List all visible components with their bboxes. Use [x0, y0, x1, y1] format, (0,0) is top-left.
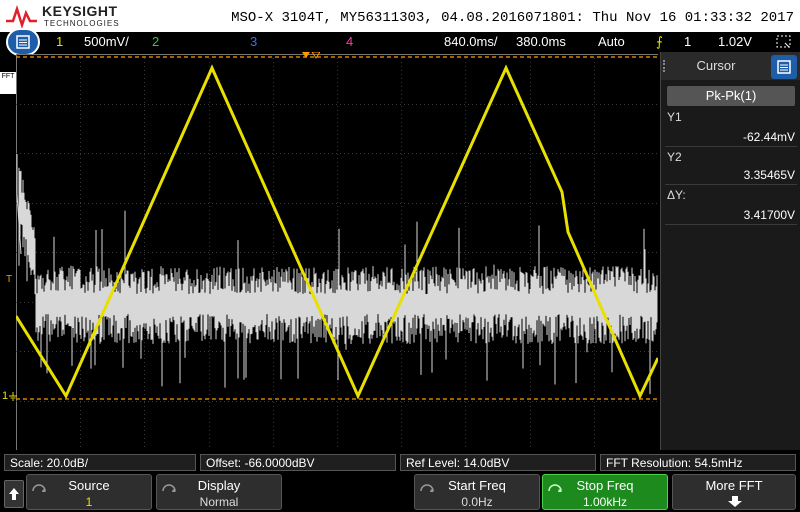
channel-bar: 1 500mV/ 2 3 4 840.0ms/ 380.0ms Auto ⨍ 1…	[0, 28, 800, 56]
graticule	[16, 54, 658, 450]
fft-marker: FFT	[0, 72, 16, 94]
start-freq-softkey[interactable]: Start Freq 0.0Hz	[414, 474, 540, 510]
grid-lines	[16, 54, 658, 450]
down-arrow-icon	[728, 496, 742, 507]
softkey-bar: Source 1 Display Normal Start Freq 0.0Hz…	[0, 472, 800, 512]
ch4-number[interactable]: 4	[346, 34, 353, 49]
trigger-mode[interactable]: Auto	[598, 34, 625, 49]
source-softkey[interactable]: Source 1	[26, 474, 152, 510]
main-menu-button[interactable]	[6, 28, 40, 56]
brand-name: KEYSIGHT	[42, 3, 118, 19]
keysight-logo-icon	[6, 4, 37, 29]
source-label: Source	[68, 478, 110, 493]
brand-subtitle: TECHNOLOGIES	[44, 19, 120, 28]
display-softkey[interactable]: Display Normal	[156, 474, 282, 510]
cursor-mode-button[interactable]: Pk-Pk(1)	[667, 86, 795, 106]
more-fft-softkey[interactable]: More FFT	[672, 474, 796, 510]
fft-scale[interactable]: Scale: 20.0dB/	[4, 454, 196, 471]
waveform-display[interactable]	[16, 54, 658, 450]
keysight-logo: KEYSIGHT TECHNOLOGIES	[4, 3, 134, 29]
start-freq-label: Start Freq	[448, 478, 506, 493]
fft-resolution: FFT Resolution: 54.5mHz	[600, 454, 796, 471]
y2-value: 3.35465V	[743, 168, 795, 182]
stop-freq-value: 1.00kHz	[582, 495, 628, 509]
back-button[interactable]	[4, 480, 24, 508]
y1-value: -62.44mV	[742, 130, 795, 144]
y2-label: Y2	[667, 150, 682, 164]
start-freq-value: 0.0Hz	[461, 495, 493, 509]
delta-y-value: 3.41700V	[743, 208, 795, 222]
ground-icon	[9, 392, 17, 401]
ch2-number[interactable]: 2	[152, 34, 159, 49]
ch3-number[interactable]: 3	[250, 34, 257, 49]
divider	[665, 184, 797, 185]
cursor-x-markers[interactable]	[300, 52, 320, 60]
more-fft-label: More FFT	[705, 478, 763, 493]
instrument-title: MSO-X 3104T, MY56311303, 04.08.201607180…	[231, 10, 794, 26]
header-bar: KEYSIGHT TECHNOLOGIES MSO-X 3104T, MY563…	[0, 0, 800, 32]
trigger-edge-icon: ⨍	[656, 34, 663, 49]
divider	[665, 146, 797, 147]
source-value: 1	[85, 495, 93, 509]
timebase-position[interactable]: 380.0ms	[516, 34, 566, 49]
cursor-tab[interactable]: Cursor	[671, 58, 761, 73]
trigger-level[interactable]: 1.02V	[718, 34, 752, 49]
ch1-number[interactable]: 1	[56, 34, 63, 49]
cursor-panel: Cursor Pk-Pk(1) Y1 -62.44mV Y2 3.35465V …	[660, 52, 800, 450]
fft-offset[interactable]: Offset: -66.0000dBV	[200, 454, 396, 471]
up-arrow-icon	[9, 488, 19, 500]
display-label: Display	[197, 478, 241, 493]
fft-ref-level[interactable]: Ref Level: 14.0dBV	[400, 454, 596, 471]
screenshot-icon[interactable]	[776, 35, 792, 49]
stop-freq-softkey[interactable]: Stop Freq 1.00kHz	[542, 474, 668, 510]
status-bar: Scale: 20.0dB/ Offset: -66.0000dBV Ref L…	[0, 452, 800, 472]
ch1-triangle-trace	[16, 64, 658, 400]
ch1-scale[interactable]: 500mV/	[84, 34, 129, 49]
menu-icon	[777, 60, 791, 74]
y1-label: Y1	[667, 110, 682, 124]
delta-y-label: ΔY:	[667, 188, 686, 202]
timebase-scale[interactable]: 840.0ms/	[444, 34, 497, 49]
display-value: Normal	[199, 495, 239, 509]
cursor-panel-header: Cursor	[661, 52, 800, 80]
menu-icon	[16, 35, 30, 49]
trigger-level-marker[interactable]: T	[6, 274, 12, 285]
divider	[665, 224, 797, 225]
panel-menu-button[interactable]	[771, 55, 797, 79]
stop-freq-label: Stop Freq	[576, 478, 634, 493]
trigger-source[interactable]: 1	[684, 34, 691, 49]
